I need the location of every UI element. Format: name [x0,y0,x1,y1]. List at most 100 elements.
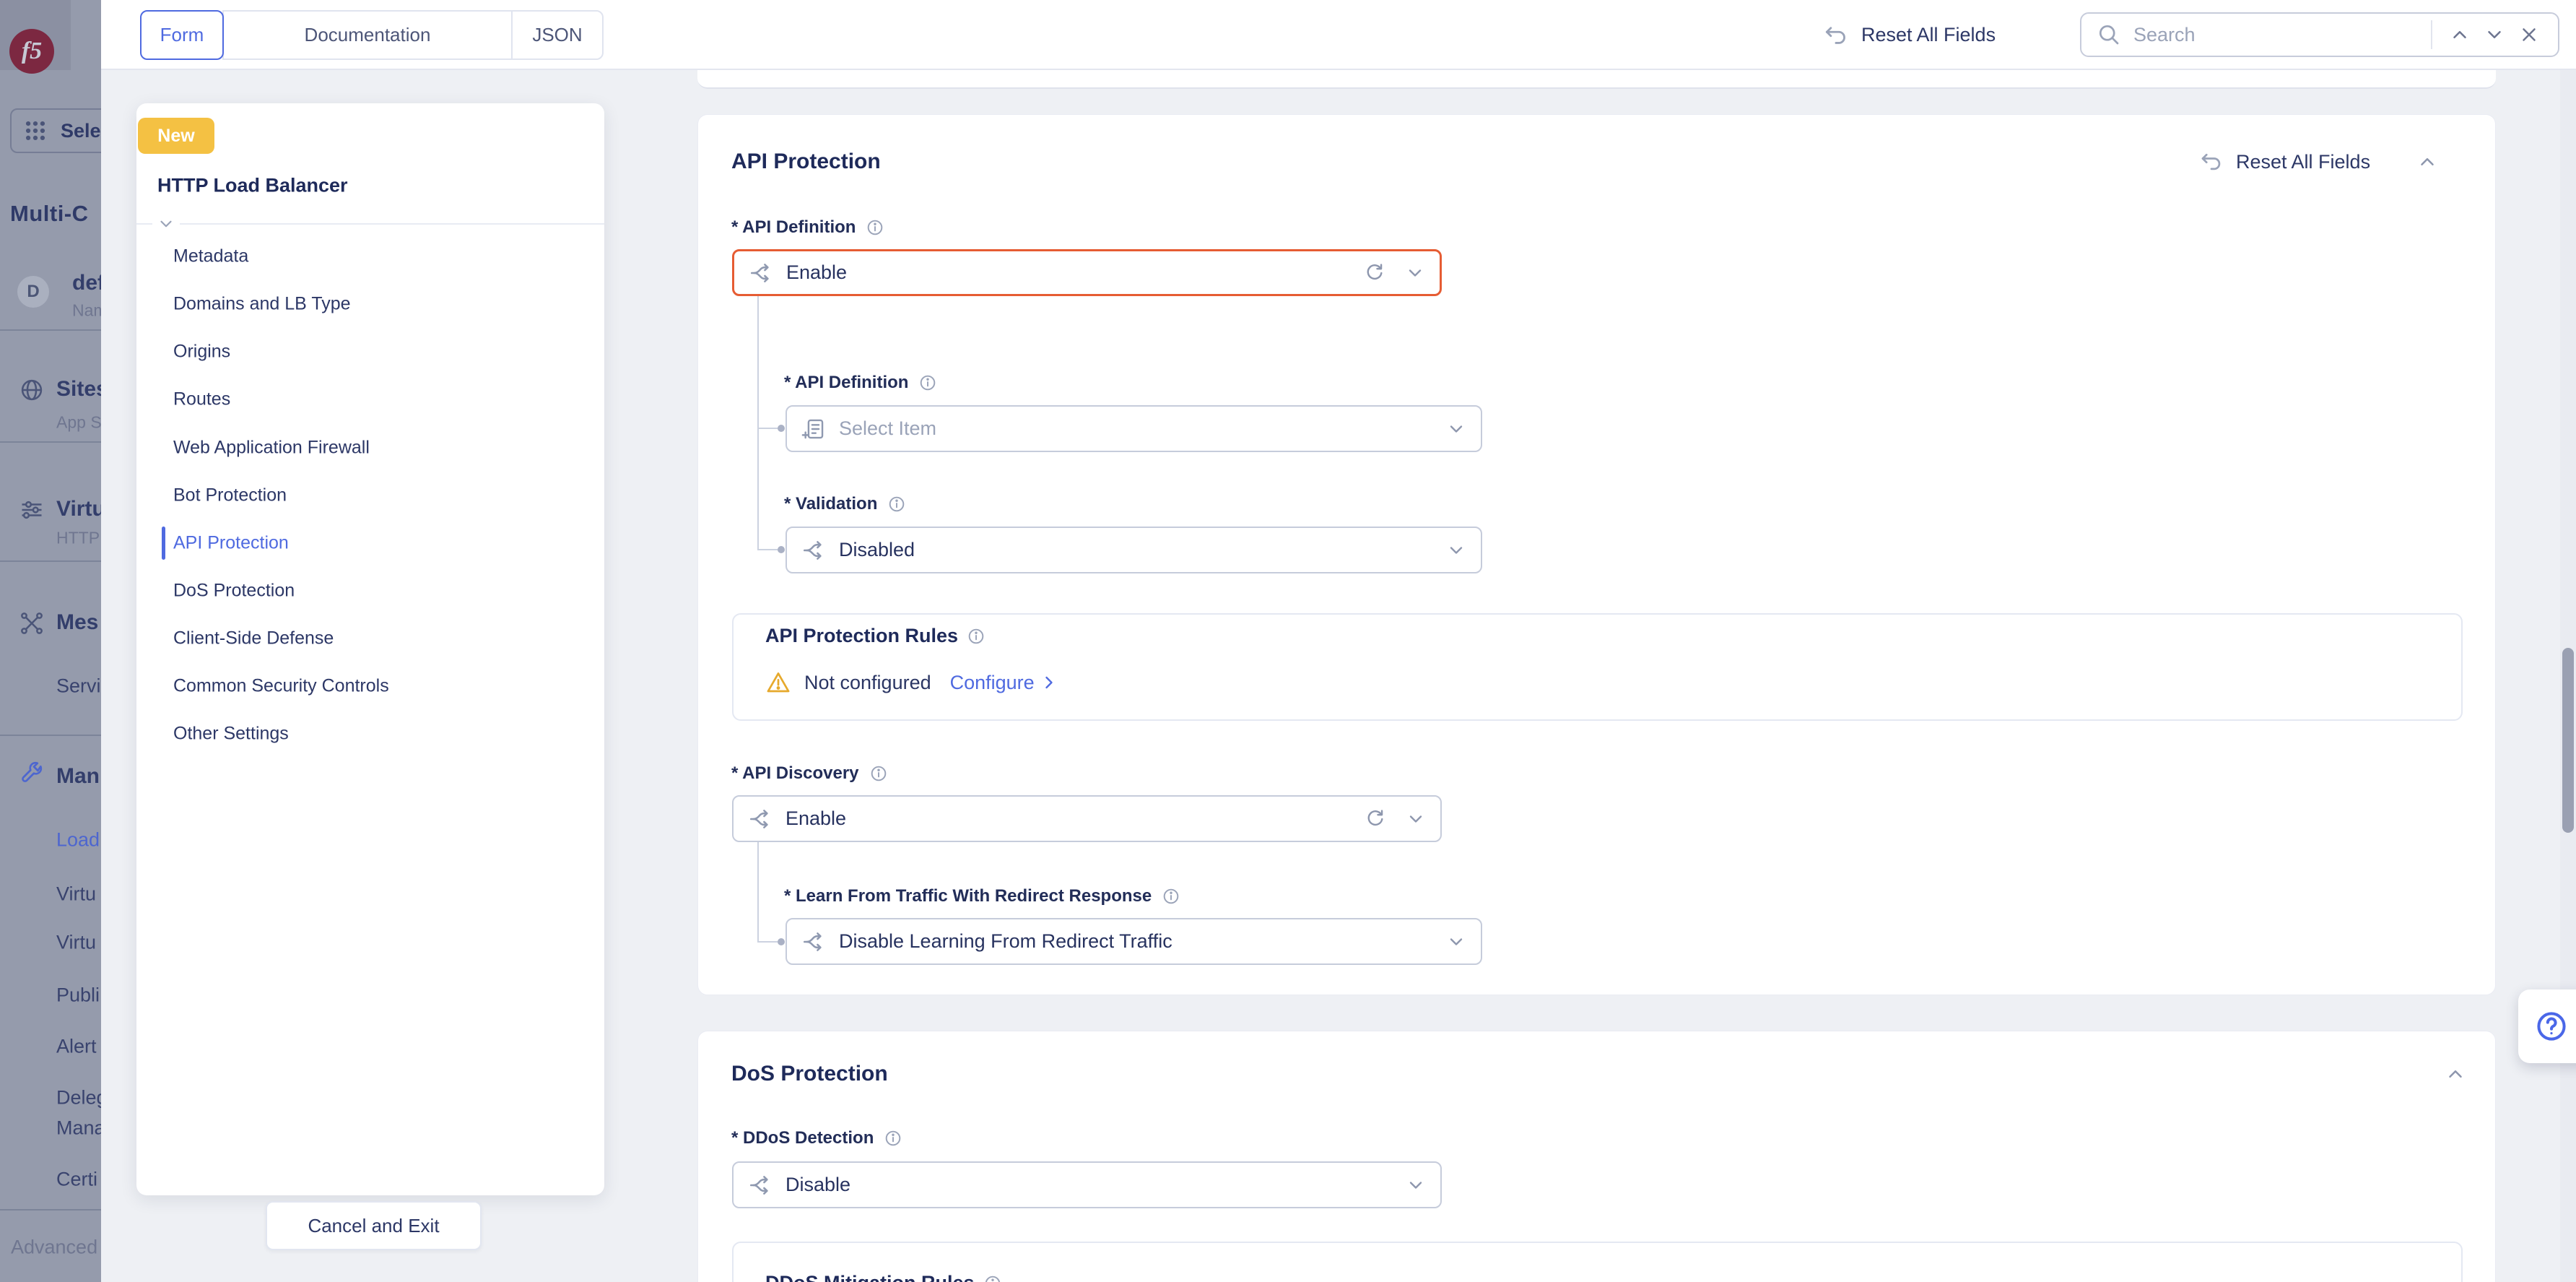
api-protection-rules-box: API Protection Rules Not configured Conf… [732,613,2463,721]
info-icon[interactable] [869,764,888,783]
tab-documentation[interactable]: Documentation [222,10,513,60]
connector-dot [778,546,785,553]
ddos-detection-dropdown[interactable]: Disable [732,1161,1442,1208]
info-icon[interactable] [887,495,906,514]
sidebar-item-sites[interactable]: Sites [56,377,101,402]
sidebar-item[interactable]: Publi [56,984,100,1007]
api-definition-select-dropdown[interactable]: Select Item [786,405,1482,452]
sidebar-item-mesh[interactable]: Mes [56,610,98,635]
search-close-icon[interactable] [2512,24,2546,46]
search-divider [2431,20,2432,49]
collapse-section-icon[interactable] [2416,151,2438,173]
sidebar-item[interactable]: Virtu [56,932,96,954]
chevron-down-icon[interactable] [1446,540,1466,560]
info-icon[interactable] [884,1129,902,1148]
collapse-panel-icon[interactable] [152,213,180,235]
nav-item-domains[interactable]: Domains and LB Type [173,294,351,315]
info-icon[interactable] [967,627,985,646]
sidebar-item-virtual[interactable]: Virtu [56,497,101,521]
sidebar-divider [0,560,101,562]
field-connector [757,549,778,550]
nav-item-routes[interactable]: Routes [173,389,230,410]
mesh-icon [19,610,45,636]
section-reset-label[interactable]: Reset All Fields [2236,151,2370,173]
chevron-down-icon[interactable] [1446,419,1466,439]
search-box [2080,12,2559,57]
section-title: DoS Protection [731,1062,888,1086]
connector-dot [778,938,785,945]
form-title: HTTP Load Balancer [157,174,348,196]
tab-json[interactable]: JSON [511,10,604,60]
nav-item-bot-protection[interactable]: Bot Protection [173,485,287,506]
sites-caption: App S [56,412,101,432]
nav-item-waf[interactable]: Web Application Firewall [173,438,370,459]
api-definition-dropdown[interactable]: Enable [732,249,1442,296]
api-discovery-dropdown[interactable]: Enable [732,795,1442,842]
reset-field-icon[interactable] [1364,807,1387,831]
info-icon[interactable] [1162,887,1180,906]
chevron-down-icon[interactable] [1446,932,1466,952]
validation-dropdown[interactable]: Disabled [786,527,1482,573]
nav-item-other-settings[interactable]: Other Settings [173,724,289,745]
sidebar-item[interactable]: Alert [56,1036,97,1058]
chevron-right-icon [1045,676,1053,689]
nav-item-common-security-controls[interactable]: Common Security Controls [173,676,389,697]
dropdown-value: Enable [786,807,847,829]
sidebar-item[interactable]: Deleg [56,1087,101,1109]
search-input[interactable] [2133,23,2421,46]
wrench-icon [19,760,45,786]
dos-protection-section: DoS Protection * DDoS Detection Disable [697,1031,2496,1282]
chevron-down-icon[interactable] [1406,809,1426,829]
dropdown-value: Disabled [839,539,915,560]
sidebar-item[interactable]: Virtu [56,883,96,906]
tab-form[interactable]: Form [140,10,224,60]
sidebar-item[interactable]: Mana [56,1117,101,1140]
namespace-avatar: D [17,276,49,308]
form-nav-panel: New HTTP Load Balancer Metadata Domains … [136,103,604,1195]
configure-link[interactable]: Configure [950,672,1059,694]
scrollbar-thumb[interactable] [2562,648,2574,833]
sidebar-item[interactable]: Certi [56,1169,97,1191]
one-of-selector-icon [749,261,773,285]
screen: f5 Sele Multi-C D def Nam Sites App S [0,0,2576,1282]
dropdown-value: Disable Learning From Redirect Traffic [839,930,1172,952]
field-label: * API Discovery [731,763,888,784]
select-service-label: Sele [61,119,101,142]
search-icon [2096,22,2122,48]
sidebar-divider [0,735,101,736]
nav-item-origins[interactable]: Origins [173,342,230,363]
nav-item-metadata[interactable]: Metadata [173,246,248,267]
rules-status-row: Not configured Configure [765,670,1059,696]
namespace-caption: Nam [72,300,101,320]
field-label: * API Definition [731,217,884,238]
sidebar-item-manage[interactable]: Man [56,764,100,789]
learn-redirect-dropdown[interactable]: Disable Learning From Redirect Traffic [786,918,1482,965]
info-icon[interactable] [866,218,884,237]
search-prev-icon[interactable] [2442,24,2477,46]
nav-item-api-protection[interactable]: API Protection [173,533,289,554]
sidebar-item-load-balancers[interactable]: Load [56,829,100,852]
sidebar-item-advanced[interactable]: Advanced [11,1236,97,1259]
nav-item-client-side-defense[interactable]: Client-Side Defense [173,628,334,649]
new-badge: New [138,118,214,154]
warning-icon [765,670,791,696]
cancel-and-exit-button[interactable]: Cancel and Exit [266,1201,482,1250]
nav-item-dos-protection[interactable]: DoS Protection [173,581,295,602]
collapse-section-icon[interactable] [2445,1063,2466,1085]
dropdown-value: Enable [786,261,848,283]
field-connector [757,941,778,943]
reset-field-icon[interactable] [1363,261,1386,285]
select-service-button[interactable]: Sele [10,108,101,153]
chevron-down-icon[interactable] [1406,1175,1426,1195]
sidebar-item-service[interactable]: Servi [56,675,101,698]
namespace-name[interactable]: def [72,271,101,295]
search-next-icon[interactable] [2477,24,2512,46]
one-of-selector-icon [801,930,826,954]
info-icon[interactable] [918,373,937,392]
reset-all-fields-header[interactable]: Reset All Fields [1822,0,1996,70]
help-icon [2534,1009,2569,1044]
info-icon[interactable] [983,1274,1002,1282]
help-button[interactable] [2518,989,2576,1063]
chevron-down-icon[interactable] [1405,263,1425,283]
dropdown-value: Disable [786,1174,851,1195]
